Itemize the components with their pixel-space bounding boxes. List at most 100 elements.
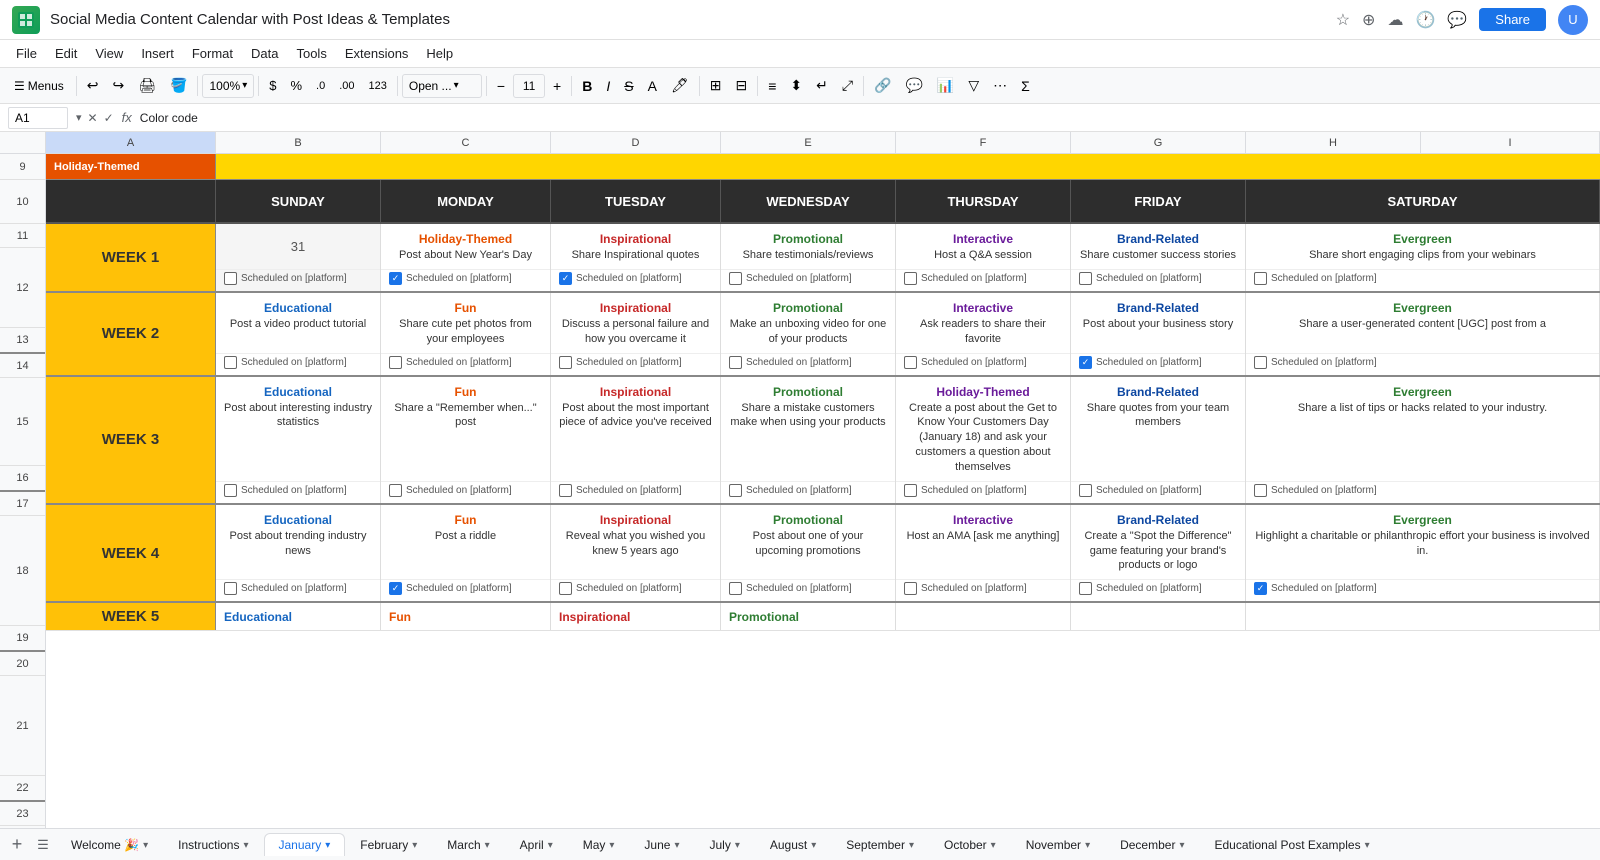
week3-tue-cb[interactable] xyxy=(559,484,572,497)
col-header-e[interactable]: E xyxy=(721,132,896,153)
text-color-button[interactable]: A xyxy=(642,76,663,96)
tab-july[interactable]: July▾ xyxy=(694,833,754,856)
currency-button[interactable]: $ xyxy=(263,76,282,95)
font-selector[interactable]: Open ...▾ xyxy=(402,74,482,98)
tab-november[interactable]: November▾ xyxy=(1011,833,1105,856)
percent-button[interactable]: % xyxy=(284,76,308,95)
drive-icon[interactable]: ⊕ xyxy=(1362,10,1375,30)
week1-wed-cb[interactable] xyxy=(729,272,742,285)
week1-sat-cb[interactable] xyxy=(1254,272,1267,285)
paint-button[interactable]: 🪣 xyxy=(164,75,193,96)
week1-tue-cb[interactable] xyxy=(559,272,572,285)
menu-format[interactable]: Format xyxy=(184,44,241,63)
tab-educational[interactable]: Educational Post Examples▾ xyxy=(1199,833,1384,856)
redo-button[interactable]: ↪ xyxy=(107,75,131,96)
week4-fri-cb[interactable] xyxy=(1079,582,1092,595)
menus-button[interactable]: ☰ Menus xyxy=(6,77,72,95)
zoom-select[interactable]: 100%▾ xyxy=(202,74,254,98)
week4-wed-cb[interactable] xyxy=(729,582,742,595)
week3-thu-cb[interactable] xyxy=(904,484,917,497)
tab-february[interactable]: February▾ xyxy=(345,833,432,856)
week1-thu-cb[interactable] xyxy=(904,272,917,285)
formula-button[interactable]: Σ xyxy=(1015,76,1036,96)
increase-font[interactable]: + xyxy=(547,76,567,96)
tab-june[interactable]: June▾ xyxy=(629,833,694,856)
filter-button[interactable]: ▽ xyxy=(962,75,985,96)
bold-button[interactable]: B xyxy=(576,76,598,96)
star-icon[interactable]: ☆ xyxy=(1336,10,1350,30)
col-header-c[interactable]: C xyxy=(381,132,551,153)
week3-sat-cb[interactable] xyxy=(1254,484,1267,497)
week2-tue-cb[interactable] xyxy=(559,356,572,369)
cloud-icon[interactable]: ☁ xyxy=(1387,10,1403,30)
format-number[interactable]: 123 xyxy=(363,78,393,94)
tab-instructions[interactable]: Instructions▾ xyxy=(163,833,263,856)
decrease-font[interactable]: − xyxy=(491,76,511,96)
menu-help[interactable]: Help xyxy=(418,44,461,63)
col-header-d[interactable]: D xyxy=(551,132,721,153)
menu-view[interactable]: View xyxy=(87,44,131,63)
add-sheet-button[interactable]: + xyxy=(4,832,30,858)
week4-mon-cb[interactable] xyxy=(389,582,402,595)
link-button[interactable]: 🔗 xyxy=(868,75,897,96)
menu-tools[interactable]: Tools xyxy=(288,44,334,63)
merge-button[interactable]: ⊟ xyxy=(729,75,753,96)
week1-fri-cb[interactable] xyxy=(1079,272,1092,285)
week3-sun-cb[interactable] xyxy=(224,484,237,497)
font-size-input[interactable]: 11 xyxy=(513,74,545,98)
week2-wed-cb[interactable] xyxy=(729,356,742,369)
tab-august[interactable]: August▾ xyxy=(755,833,831,856)
rotate-button[interactable]: ⤢ xyxy=(836,75,859,96)
week4-tue-cb[interactable] xyxy=(559,582,572,595)
menu-edit[interactable]: Edit xyxy=(47,44,85,63)
comment-btn[interactable]: 💬 xyxy=(899,75,928,96)
week4-sun-cb[interactable] xyxy=(224,582,237,595)
tab-march[interactable]: March▾ xyxy=(432,833,504,856)
decrease-decimal[interactable]: .0 xyxy=(310,78,331,94)
borders-button[interactable]: ⊞ xyxy=(704,75,728,96)
valign-button[interactable]: ⬍ xyxy=(784,75,808,96)
italic-button[interactable]: I xyxy=(600,76,616,96)
sheet-menu-button[interactable]: ☰ xyxy=(30,832,56,858)
col-header-a[interactable]: A xyxy=(46,132,216,153)
week2-mon-cb[interactable] xyxy=(389,356,402,369)
col-header-g[interactable]: G xyxy=(1071,132,1246,153)
tab-january[interactable]: January▾ xyxy=(264,833,346,856)
wrap-button[interactable]: ↵ xyxy=(810,75,834,96)
cell-reference[interactable]: A1 xyxy=(8,107,68,129)
week3-wed-cb[interactable] xyxy=(729,484,742,497)
increase-decimal[interactable]: .00 xyxy=(333,78,360,94)
menu-extensions[interactable]: Extensions xyxy=(337,44,417,63)
tab-welcome[interactable]: Welcome 🎉▾ xyxy=(56,833,163,856)
col-header-i[interactable]: I xyxy=(1421,132,1600,153)
col-header-b[interactable]: B xyxy=(216,132,381,153)
week4-sat-cb[interactable] xyxy=(1254,582,1267,595)
history-icon[interactable]: 🕐 xyxy=(1415,10,1435,30)
strikethrough-button[interactable]: S xyxy=(618,76,639,96)
menu-data[interactable]: Data xyxy=(243,44,286,63)
menu-insert[interactable]: Insert xyxy=(133,44,182,63)
week2-sat-cb[interactable] xyxy=(1254,356,1267,369)
align-button[interactable]: ≡ xyxy=(762,76,782,96)
week3-mon-cb[interactable] xyxy=(389,484,402,497)
menu-file[interactable]: File xyxy=(8,44,45,63)
week2-fri-cb[interactable] xyxy=(1079,356,1092,369)
col-header-f[interactable]: F xyxy=(896,132,1071,153)
tab-december[interactable]: December▾ xyxy=(1105,833,1199,856)
highlight-button[interactable]: 🖊 xyxy=(665,75,695,96)
share-button[interactable]: Share xyxy=(1479,8,1546,31)
week4-thu-cb[interactable] xyxy=(904,582,917,595)
print-button[interactable]: 🖨 xyxy=(132,75,162,96)
tab-september[interactable]: September▾ xyxy=(831,833,929,856)
chart-button[interactable]: 📊 xyxy=(931,75,960,96)
tab-april[interactable]: April▾ xyxy=(505,833,568,856)
week2-sun-cb[interactable] xyxy=(224,356,237,369)
tab-may[interactable]: May▾ xyxy=(568,833,630,856)
tab-october[interactable]: October▾ xyxy=(929,833,1011,856)
undo-button[interactable]: ↩ xyxy=(81,75,105,96)
more-button[interactable]: ⋯ xyxy=(987,75,1013,96)
week1-sun-cb[interactable] xyxy=(224,272,237,285)
week1-mon-cb[interactable] xyxy=(389,272,402,285)
col-header-h[interactable]: H xyxy=(1246,132,1421,153)
comment-icon[interactable]: 💬 xyxy=(1447,10,1467,30)
